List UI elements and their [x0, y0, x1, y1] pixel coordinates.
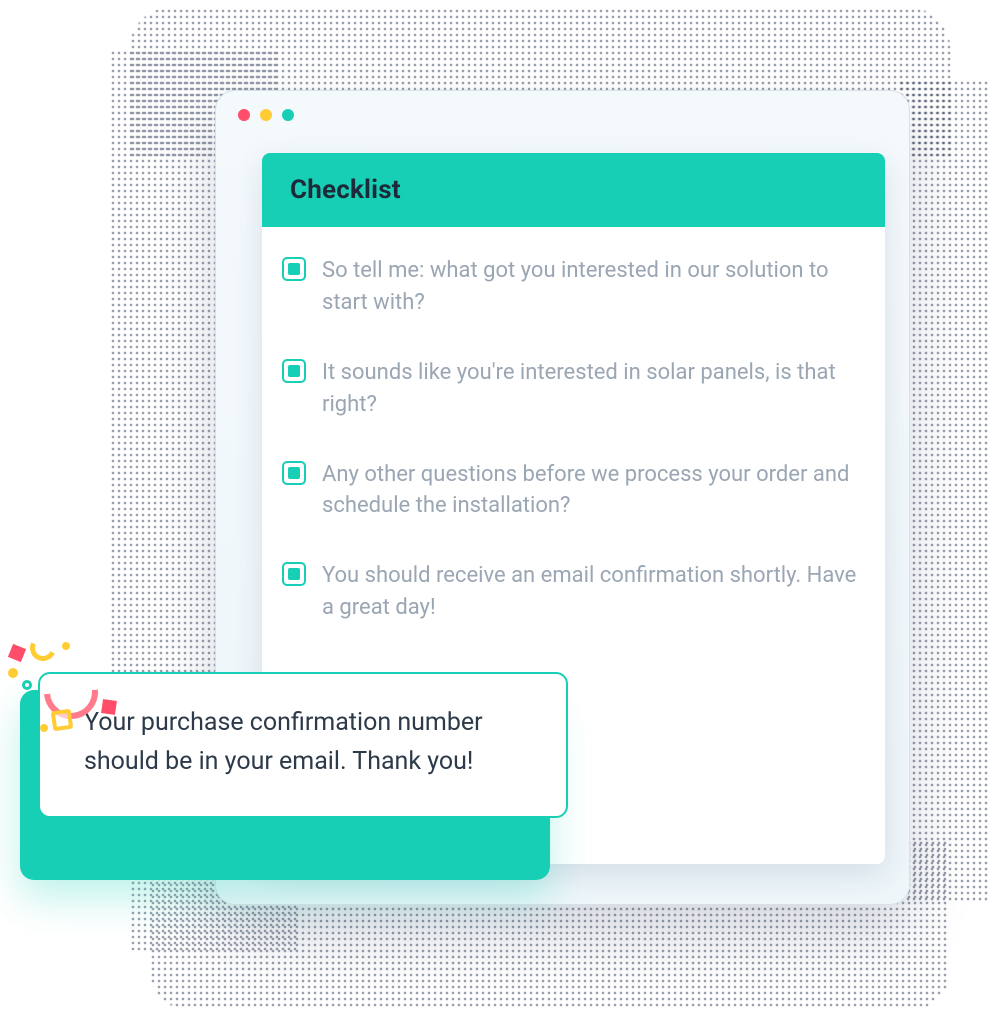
confirmation-popup: Your purchase confirmation number should…	[38, 672, 568, 818]
checkbox[interactable]	[282, 257, 306, 281]
confetti-icon	[26, 631, 59, 664]
checklist-item-text: Any other questions before we process yo…	[322, 459, 859, 523]
confetti-icon	[22, 680, 32, 690]
checkbox[interactable]	[282, 359, 306, 383]
confetti-icon	[62, 642, 70, 650]
maximize-icon[interactable]	[282, 109, 294, 121]
close-icon[interactable]	[238, 109, 250, 121]
panel-title: Checklist	[290, 175, 857, 205]
checklist-item-text: It sounds like you're interested in sola…	[322, 357, 859, 421]
checklist-item: Any other questions before we process yo…	[282, 459, 859, 523]
checkbox-checked-icon	[288, 467, 300, 479]
minimize-icon[interactable]	[260, 109, 272, 121]
decorative-texture	[899, 80, 989, 900]
checkbox[interactable]	[282, 562, 306, 586]
checklist-item-text: So tell me: what got you interested in o…	[322, 255, 859, 319]
checkbox[interactable]	[282, 461, 306, 485]
checkbox-checked-icon	[288, 365, 300, 377]
popup-message: Your purchase confirmation number should…	[84, 704, 532, 782]
checkbox-checked-icon	[288, 263, 300, 275]
checklist-item-text: You should receive an email confirmation…	[322, 560, 859, 624]
checklist-item: It sounds like you're interested in sola…	[282, 357, 859, 421]
checklist-item: So tell me: what got you interested in o…	[282, 255, 859, 319]
checklist-item: You should receive an email confirmation…	[282, 560, 859, 624]
panel-header: Checklist	[262, 153, 885, 227]
window-titlebar	[216, 91, 909, 139]
checkbox-checked-icon	[288, 568, 300, 580]
confetti-icon	[8, 644, 26, 662]
checklist-items: So tell me: what got you interested in o…	[262, 227, 885, 624]
confetti-icon	[8, 668, 18, 678]
